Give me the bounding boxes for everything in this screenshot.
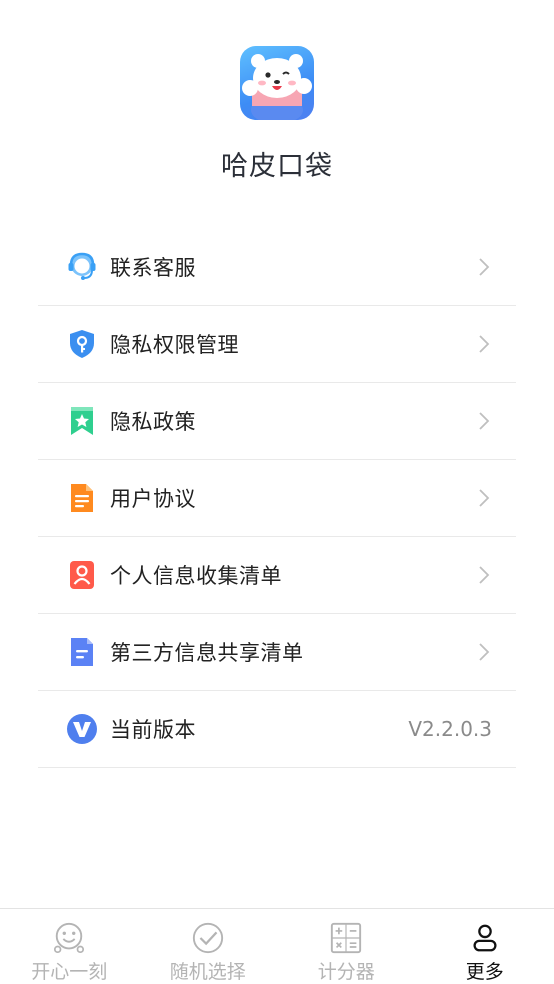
bear-mascot-icon	[242, 54, 312, 120]
chevron-right-icon	[479, 412, 490, 430]
menu-item-personal-info-list[interactable]: 个人信息收集清单	[38, 537, 516, 614]
menu-item-third-party-sharing[interactable]: 第三方信息共享清单	[38, 614, 516, 691]
chevron-right-icon	[479, 258, 490, 276]
tab-label: 随机选择	[169, 961, 246, 983]
person-icon	[473, 924, 497, 952]
chevron-right-icon	[479, 566, 490, 584]
tab-label: 更多	[465, 961, 504, 983]
menu-item-label: 第三方信息共享清单	[110, 641, 304, 665]
shield-key-icon	[70, 330, 94, 358]
app-name: 哈皮口袋	[221, 151, 333, 182]
bottom-tab-bar: 开心一刻 随机选择 计分器 更多	[0, 908, 554, 984]
app-header: 哈皮口袋	[0, 0, 554, 230]
tab-label: 开心一刻	[31, 961, 108, 983]
smile-face-icon	[54, 922, 85, 954]
version-value: V2.2.0.3	[408, 717, 492, 741]
star-bookmark-icon	[71, 407, 93, 435]
tab-score-counter[interactable]: 计分器	[277, 909, 416, 984]
menu-item-label: 隐私权限管理	[110, 333, 239, 357]
check-circle-icon	[192, 922, 223, 954]
app-logo	[240, 46, 314, 120]
list-doc-icon	[71, 638, 93, 666]
chevron-right-icon	[479, 335, 490, 353]
menu-item-label: 隐私政策	[110, 410, 196, 434]
settings-menu: 联系客服 隐私权限管理 隐私政策 用户协议 个人信息收集清单 第三方信息共享清单…	[38, 229, 516, 768]
document-icon	[71, 484, 93, 512]
chevron-right-icon	[479, 489, 490, 507]
menu-item-label: 用户协议	[110, 487, 196, 511]
tab-random-choice[interactable]: 随机选择	[139, 909, 278, 984]
menu-item-current-version: 当前版本 V2.2.0.3	[38, 691, 516, 768]
tab-more[interactable]: 更多	[416, 909, 554, 984]
menu-item-user-agreement[interactable]: 用户协议	[38, 460, 516, 537]
customer-service-icon	[68, 252, 96, 280]
menu-item-label: 联系客服	[110, 256, 196, 280]
tab-happy-moment[interactable]: 开心一刻	[0, 909, 139, 984]
menu-item-privacy-permissions[interactable]: 隐私权限管理	[38, 306, 516, 383]
calculator-icon	[331, 922, 362, 954]
person-card-icon	[70, 561, 94, 589]
version-label: 当前版本	[110, 718, 196, 742]
menu-item-customer-service[interactable]: 联系客服	[38, 229, 516, 306]
tab-label: 计分器	[317, 961, 375, 983]
menu-item-privacy-policy[interactable]: 隐私政策	[38, 383, 516, 460]
v-logo-icon	[67, 714, 97, 744]
chevron-right-icon	[479, 643, 490, 661]
menu-item-label: 个人信息收集清单	[110, 564, 282, 588]
